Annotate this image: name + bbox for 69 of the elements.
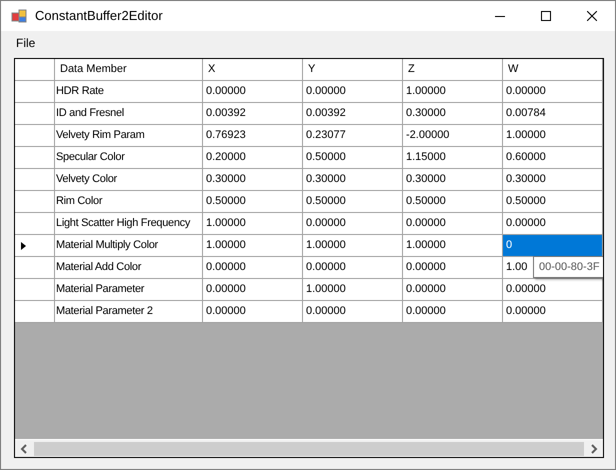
table-cell[interactable]: 0.00000	[503, 81, 546, 102]
table-cell[interactable]: 0.00000	[403, 279, 446, 300]
table-cell[interactable]: 0.30000	[203, 169, 246, 190]
table-cell[interactable]: 1.00000	[303, 235, 346, 256]
table-cell[interactable]: 0.00000	[403, 213, 446, 234]
column-header[interactable]: X	[203, 59, 303, 80]
table-cell[interactable]: -2.00000	[403, 125, 450, 146]
table-cell[interactable]: 0.50000	[503, 191, 546, 212]
table-cell[interactable]: 0.00000	[203, 301, 246, 322]
table-cell[interactable]: ID and Fresnel	[55, 103, 124, 124]
tooltip: 00-00-80-3F	[533, 256, 603, 278]
horizontal-scrollbar[interactable]	[15, 439, 603, 457]
table-cell[interactable]: 0.30000	[303, 169, 346, 190]
table-cell[interactable]: 1.00000	[503, 125, 546, 146]
column-header[interactable]: Y	[303, 59, 403, 80]
table-cell[interactable]: 0.00392	[203, 103, 246, 124]
table-cell[interactable]: 0.00392	[303, 103, 346, 124]
table-cell[interactable]: Material Add Color	[55, 257, 142, 278]
table-cell[interactable]: 0	[503, 235, 512, 256]
column-header[interactable]: W	[503, 59, 603, 80]
table-cell[interactable]: Material Parameter	[55, 279, 144, 300]
table-cell[interactable]: 1.00000	[203, 235, 246, 256]
table-cell[interactable]: 0.00000	[503, 301, 546, 322]
app-icon	[11, 8, 27, 24]
table-cell[interactable]: 0.00784	[503, 103, 546, 124]
table-cell[interactable]: 0.50000	[303, 147, 346, 168]
table-cell[interactable]: 0.00000	[203, 279, 246, 300]
table-cell[interactable]: 0.00000	[303, 213, 346, 234]
table-cell[interactable]: 0.00000	[203, 81, 246, 102]
table-cell[interactable]: 0.00000	[303, 257, 346, 278]
table-cell[interactable]: 0.00000	[403, 257, 446, 278]
table-cell[interactable]: Rim Color	[55, 191, 102, 212]
table-cell[interactable]: Velvety Rim Param	[55, 125, 144, 146]
table-cell[interactable]: 0.23077	[303, 125, 346, 146]
table-cell[interactable]: 0.00000	[303, 81, 346, 102]
maximize-icon	[541, 11, 551, 21]
current-row-icon	[21, 242, 26, 250]
table-cell[interactable]: 0.30000	[503, 169, 546, 190]
table-cell[interactable]: 0.30000	[403, 103, 446, 124]
window-title: ConstantBuffer2Editor	[35, 7, 163, 26]
table-cell[interactable]: 1.15000	[403, 147, 446, 168]
table-cell[interactable]: Light Scatter High Frequency	[55, 213, 190, 234]
table-cell[interactable]: 1.00	[503, 257, 528, 278]
table-cell[interactable]: 0.00000	[503, 213, 546, 234]
table-cell[interactable]: Velvety Color	[55, 169, 117, 190]
table-cell[interactable]: 1.00000	[403, 81, 446, 102]
table-cell[interactable]: 0.50000	[403, 191, 446, 212]
column-header[interactable]: Data Member	[55, 59, 203, 80]
table-cell[interactable]: Material Parameter 2	[55, 301, 153, 322]
table-cell[interactable]: 0.50000	[303, 191, 346, 212]
table-cell[interactable]: 0.00000	[203, 257, 246, 278]
column-header[interactable]: Z	[403, 59, 503, 80]
table-cell[interactable]: 0.00000	[303, 301, 346, 322]
table-cell[interactable]: 0.30000	[403, 169, 446, 190]
table-cell[interactable]: 0.20000	[203, 147, 246, 168]
close-icon	[587, 11, 597, 21]
table-cell[interactable]: 0.60000	[503, 147, 546, 168]
table-cell[interactable]: 0.00000	[403, 301, 446, 322]
table-cell[interactable]: HDR Rate	[55, 81, 104, 102]
scrollbar-thumb[interactable]	[34, 442, 584, 456]
table-cell[interactable]: Specular Color	[55, 147, 125, 168]
table-cell[interactable]: 0.00000	[503, 279, 546, 300]
table-cell[interactable]: 0.50000	[203, 191, 246, 212]
menu-item[interactable]: File	[9, 33, 42, 53]
table-cell[interactable]: 1.00000	[303, 279, 346, 300]
table-cell[interactable]: 0.76923	[203, 125, 246, 146]
table-cell[interactable]: 1.00000	[403, 235, 446, 256]
table-cell[interactable]: Material Multiply Color	[55, 235, 158, 256]
table-cell[interactable]: 1.00000	[203, 213, 246, 234]
